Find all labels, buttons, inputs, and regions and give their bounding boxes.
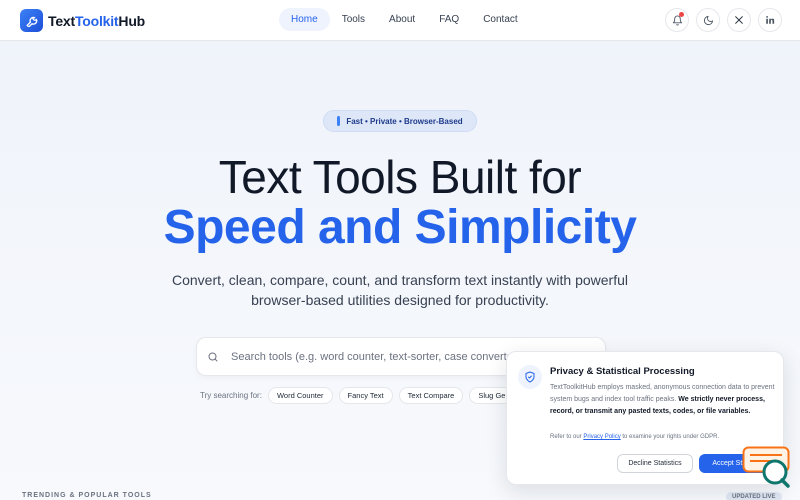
suggestion-chip-fancy-text[interactable]: Fancy Text — [338, 387, 393, 404]
suggestion-row: Try searching for: Word Counter Fancy Te… — [200, 387, 525, 404]
logo[interactable]: TextToolkitHub — [20, 9, 145, 32]
chat-search-icon — [742, 446, 790, 488]
badge-text: Fast • Private • Browser-Based — [346, 116, 463, 126]
linkedin-button[interactable] — [758, 8, 782, 32]
suggestion-chip-text-compare[interactable]: Text Compare — [398, 387, 464, 404]
main-nav: Home Tools About FAQ Contact — [279, 8, 530, 31]
x-logo-icon — [735, 16, 743, 24]
shield-icon — [518, 365, 542, 389]
suggestion-chip-word-counter[interactable]: Word Counter — [267, 387, 333, 404]
nav-home[interactable]: Home — [279, 8, 330, 31]
logo-text: TextToolkitHub — [48, 12, 146, 29]
badge-marker-icon — [337, 116, 341, 126]
trending-heading: TRENDING & POPULAR TOOLS — [22, 492, 152, 499]
nav-about[interactable]: About — [377, 8, 427, 31]
theme-toggle-button[interactable] — [696, 8, 720, 32]
notification-dot — [679, 12, 684, 17]
moon-icon — [703, 15, 713, 25]
chat-support-button[interactable] — [741, 446, 791, 488]
search-icon — [208, 352, 218, 361]
updated-badge: UPDATED LIVE — [726, 492, 782, 500]
decline-statistics-button[interactable]: Decline Statistics — [617, 454, 693, 473]
site-header: TextToolkitHub Home Tools About FAQ Cont… — [0, 0, 800, 41]
privacy-title: Privacy & Statistical Processing — [550, 366, 695, 377]
x-social-button[interactable] — [727, 8, 751, 32]
linkedin-icon — [766, 15, 775, 24]
header-actions — [658, 8, 782, 32]
nav-contact[interactable]: Contact — [471, 8, 529, 31]
hero-badge: Fast • Private • Browser-Based — [323, 110, 477, 132]
privacy-policy-link[interactable]: Privacy Policy — [583, 434, 620, 440]
hero-title-line2: Speed and Simplicity — [163, 201, 637, 254]
privacy-note: Refer to our Privacy Policy to examine y… — [550, 434, 720, 440]
nav-faq[interactable]: FAQ — [427, 8, 471, 31]
try-label: Try searching for: — [200, 391, 262, 400]
privacy-body: TextToolkitHub employs masked, anonymous… — [550, 384, 775, 415]
hero-subtitle: Convert, clean, compare, count, and tran… — [172, 272, 628, 308]
notification-button[interactable] — [665, 8, 689, 32]
nav-tools[interactable]: Tools — [330, 8, 377, 31]
hero-title-line1: Text Tools Built for — [218, 151, 582, 203]
wrench-icon — [20, 9, 43, 32]
